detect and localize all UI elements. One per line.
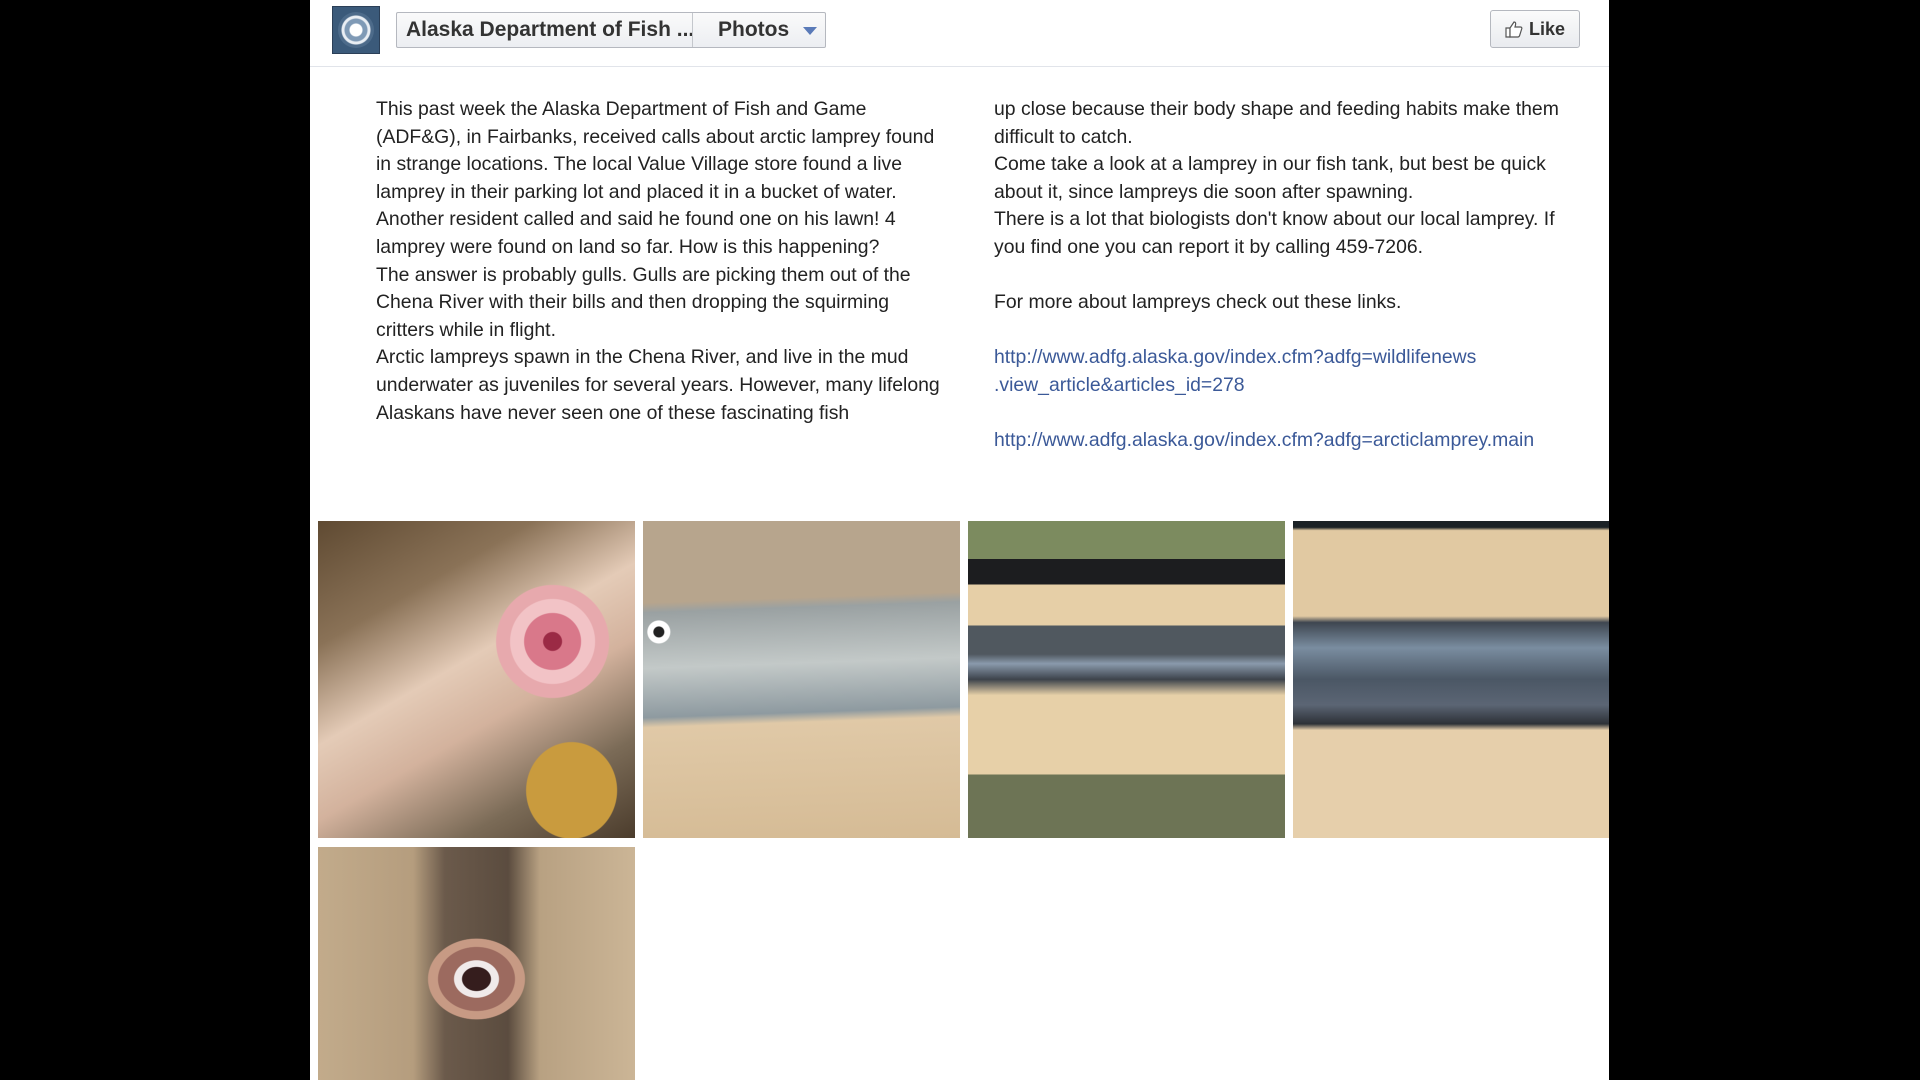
page-selector[interactable]: Alaska Department of Fish ...	[396, 12, 720, 48]
photo-lamprey-mouth-on-board[interactable]	[318, 847, 635, 1080]
post-paragraph: This past week the Alaska Department of …	[376, 98, 935, 258]
article-link-line[interactable]: .view_article&articles_id=278	[994, 372, 1584, 400]
like-button[interactable]: Like	[1490, 10, 1580, 48]
photo-lamprey-gill-pores[interactable]	[643, 521, 960, 838]
article-link-line[interactable]: http://www.adfg.alaska.gov/index.cfm?adf…	[994, 344, 1584, 372]
post-paragraph: Come take a look at a lamprey in our fis…	[994, 153, 1546, 203]
section-label: Photos	[718, 18, 790, 41]
page-name[interactable]: Alaska Department of Fish ...	[397, 13, 693, 47]
seal-icon	[338, 12, 374, 48]
thumbs-up-icon	[1505, 21, 1523, 38]
post-page: Alaska Department of Fish ... Photos Lik…	[310, 0, 1609, 1080]
photo-lamprey-on-board[interactable]	[968, 521, 1285, 838]
post-text-left: This past week the Alaska Department of …	[376, 96, 941, 427]
section-dropdown[interactable]: Photos	[708, 12, 826, 48]
caret-down-icon	[803, 27, 818, 35]
links-intro: For more about lampreys check out these …	[994, 291, 1402, 314]
post-paragraph: Arctic lampreys spawn in the Chena River…	[376, 346, 940, 424]
page-logo[interactable]	[332, 6, 380, 54]
post-text-right: up close because their body shape and fe…	[994, 96, 1584, 455]
article-link[interactable]: http://www.adfg.alaska.gov/index.cfm?adf…	[994, 344, 1584, 399]
like-label: Like	[1528, 18, 1566, 39]
post-paragraph: The answer is probably gulls. Gulls are …	[376, 263, 911, 341]
post-paragraph: up close because their body shape and fe…	[994, 98, 1559, 148]
photo-lamprey-mouth-in-tank[interactable]	[318, 521, 635, 838]
post-paragraph: There is a lot that biologists don't kno…	[994, 208, 1555, 258]
photo-lamprey-body-closeup[interactable]	[1293, 521, 1609, 838]
page-header: Alaska Department of Fish ... Photos Lik…	[310, 0, 1609, 67]
species-link[interactable]: http://www.adfg.alaska.gov/index.cfm?adf…	[994, 427, 1584, 455]
